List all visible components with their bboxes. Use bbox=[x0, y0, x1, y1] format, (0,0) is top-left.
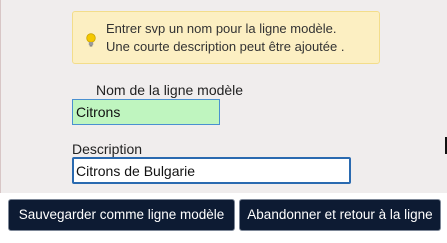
lightbulb-icon bbox=[86, 33, 96, 47]
abandon-and-return-button[interactable]: Abandonner et retour à la ligne bbox=[239, 199, 441, 231]
template-name-input[interactable] bbox=[72, 99, 220, 125]
template-name-label: Nom de la ligne modèle bbox=[96, 82, 244, 98]
hint-line-1: Entrer svp un nom pour la ligne modèle. bbox=[106, 21, 337, 36]
hint-line-2: Une courte description peut être ajoutée… bbox=[106, 39, 345, 54]
hint-box: Entrer svp un nom pour la ligne modèle. … bbox=[72, 11, 380, 64]
description-input[interactable] bbox=[72, 157, 351, 184]
hint-text: Entrer svp un nom pour la ligne modèle. … bbox=[106, 20, 344, 56]
description-label: Description bbox=[72, 141, 143, 157]
save-as-template-button[interactable]: Sauvegarder comme ligne modèle bbox=[8, 199, 235, 231]
template-line-dialog: Entrer svp un nom pour la ligne modèle. … bbox=[0, 0, 447, 193]
